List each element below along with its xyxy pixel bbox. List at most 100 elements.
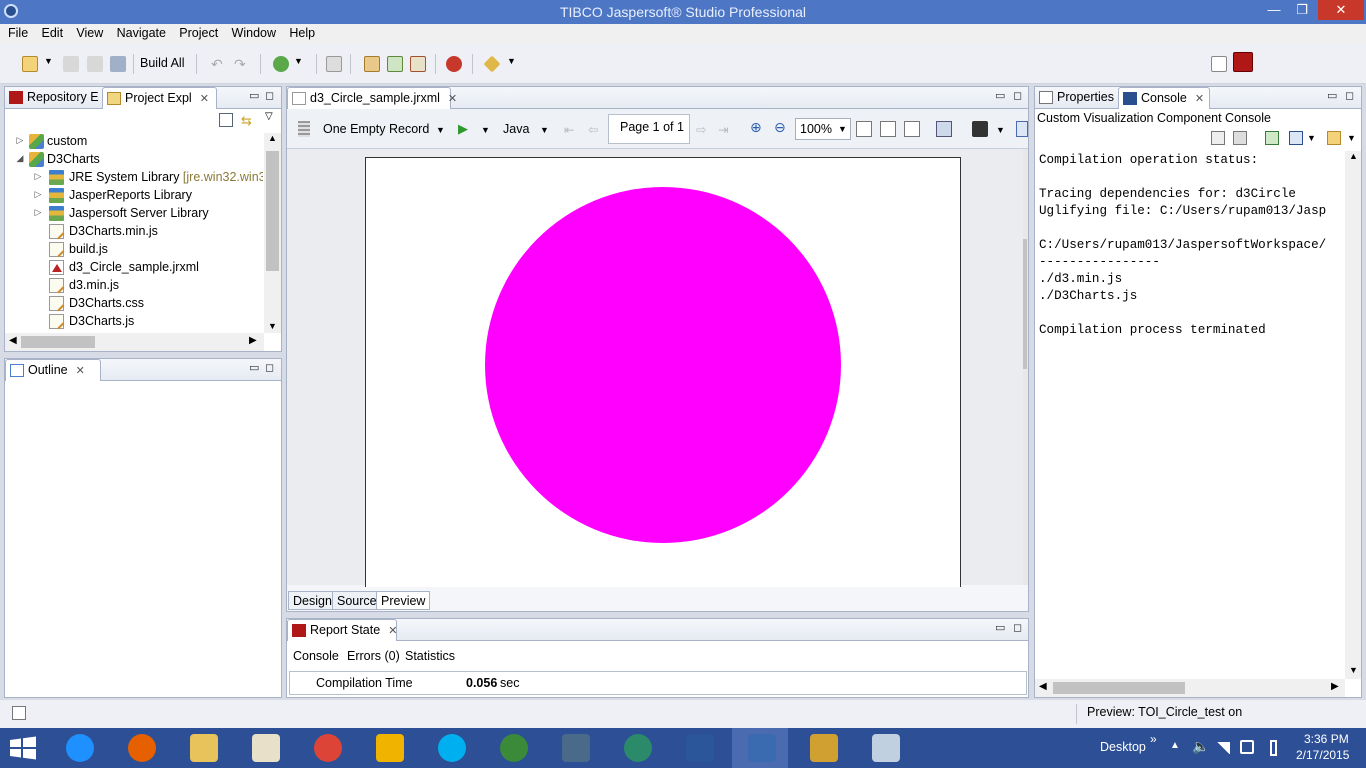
menu-help[interactable]: Help (289, 24, 315, 40)
maximize-panel-icon[interactable]: ◻ (1345, 89, 1354, 102)
language-dropdown-icon[interactable]: ▼ (540, 125, 549, 135)
tree-item[interactable]: build.js (5, 241, 263, 259)
fit-page-icon[interactable] (856, 121, 872, 137)
scroll-up-icon[interactable]: ▲ (1349, 151, 1358, 161)
scroll-lock-icon[interactable] (1233, 131, 1247, 145)
new-report-icon[interactable] (364, 56, 380, 72)
close-button[interactable]: ✕ (1318, 0, 1364, 20)
tab-properties[interactable]: Properties (1035, 87, 1117, 109)
tab-project-explorer[interactable]: Project Expl ✕ (102, 87, 217, 109)
start-button[interactable] (8, 736, 38, 760)
build-all-button[interactable]: Build All (140, 56, 184, 70)
scrollbar-thumb[interactable] (21, 336, 95, 348)
link-editor-icon[interactable]: ⇆ (241, 113, 255, 128)
scrollbar-thumb[interactable] (266, 151, 279, 271)
maximize-button[interactable]: ❐ (1288, 0, 1316, 20)
taskbar-app-ie[interactable] (50, 728, 106, 768)
record-dropdown-icon[interactable]: ▼ (436, 125, 445, 135)
taskbar-app-snipping[interactable] (856, 728, 912, 768)
new-adapter-icon[interactable] (387, 56, 403, 72)
fit-width-icon[interactable] (880, 121, 896, 137)
previous-page-icon[interactable]: ⇦ (588, 122, 598, 137)
expand-arrow-icon[interactable]: ◢ (15, 153, 25, 164)
minimize-panel-icon[interactable]: ▭ (249, 361, 259, 374)
taskbar-app-paint[interactable] (794, 728, 850, 768)
close-tab-icon[interactable]: ✕ (448, 93, 457, 105)
console-output[interactable]: Compilation operation status: Tracing de… (1039, 152, 1343, 672)
scrollbar-thumb[interactable] (1023, 239, 1027, 369)
zoom-out-icon[interactable]: ⊖ (774, 119, 786, 136)
maximize-panel-icon[interactable]: ◻ (1013, 621, 1022, 634)
menu-project[interactable]: Project (179, 24, 218, 40)
menu-navigate[interactable]: Navigate (117, 24, 166, 40)
battery-icon[interactable] (1270, 740, 1277, 756)
tab-design[interactable]: Design (288, 591, 337, 610)
collapse-all-icon[interactable] (219, 113, 233, 127)
clock-date[interactable]: 2/17/2015 (1296, 748, 1349, 762)
record-selector[interactable]: One Empty Record (323, 122, 429, 136)
menu-edit[interactable]: Edit (42, 24, 64, 40)
maximize-panel-icon[interactable]: ◻ (265, 89, 274, 102)
tree-item[interactable]: D3Charts.min.js (5, 223, 263, 241)
taskbar-app-chrome[interactable] (298, 728, 354, 768)
save-dropdown-icon[interactable]: ▼ (996, 125, 1005, 135)
close-tab-icon[interactable]: ✕ (1195, 93, 1204, 105)
next-page-icon[interactable]: ⇨ (696, 122, 706, 137)
show-hidden-icons-icon[interactable]: ▲ (1170, 740, 1180, 751)
run-report-icon[interactable]: ▶ (458, 121, 468, 137)
taskbar-app-skype[interactable] (422, 728, 478, 768)
tab-console[interactable]: Console ✕ (1118, 87, 1210, 109)
jaspersoft-perspective-icon[interactable] (1233, 52, 1253, 72)
scroll-down-icon[interactable]: ▼ (268, 321, 277, 331)
tab-repository-explorer[interactable]: Repository E (5, 87, 101, 109)
tree-horizontal-scrollbar[interactable]: ◀ ▶ (5, 333, 264, 351)
console-horizontal-scrollbar[interactable]: ◀ ▶ (1035, 679, 1345, 697)
preview-vertical-scrollbar[interactable] (1023, 149, 1028, 585)
maximize-panel-icon[interactable]: ◻ (1013, 89, 1022, 102)
redo-icon[interactable]: ↷ (234, 56, 250, 72)
minimize-panel-icon[interactable]: ▭ (1327, 89, 1337, 102)
tree-item[interactable]: ▷ Jaspersoft Server Library (5, 205, 263, 223)
close-tab-icon[interactable]: ✕ (76, 365, 85, 377)
tree-item[interactable]: D3Charts.css (5, 295, 263, 313)
open-console-dropdown-icon[interactable]: ▼ (1347, 133, 1356, 143)
tree-item[interactable]: ▷ JasperReports Library (5, 187, 263, 205)
external-tools-icon[interactable] (483, 55, 501, 73)
tab-report-state[interactable]: Report State ✕ (287, 619, 397, 641)
close-tab-icon[interactable]: ✕ (388, 625, 397, 637)
console-vertical-scrollbar[interactable]: ▲ ▼ (1345, 151, 1361, 679)
undo-icon[interactable]: ↶ (211, 56, 227, 72)
scrollbar-thumb[interactable] (1053, 682, 1185, 694)
language-selector[interactable]: Java (503, 122, 529, 136)
tree-vertical-scrollbar[interactable]: ▲ ▼ (264, 133, 281, 333)
record-options-icon[interactable] (298, 121, 310, 137)
open-console-icon[interactable] (1327, 131, 1341, 145)
minimize-panel-icon[interactable]: ▭ (995, 621, 1005, 634)
save-icon[interactable] (63, 56, 79, 72)
minimize-panel-icon[interactable]: ▭ (249, 89, 259, 102)
maximize-panel-icon[interactable]: ◻ (265, 361, 274, 374)
expand-arrow-icon[interactable]: ▷ (33, 189, 43, 200)
tree-item[interactable]: ▷ custom (5, 133, 263, 151)
scroll-up-icon[interactable]: ▲ (268, 133, 277, 143)
scroll-left-icon[interactable]: ◀ (9, 335, 17, 346)
taskbar-app-outlook[interactable] (360, 728, 416, 768)
expand-arrow-icon[interactable]: ▷ (33, 207, 43, 218)
network-icon[interactable] (1216, 742, 1230, 754)
taskbar-app-jaspersoft[interactable] (732, 728, 788, 768)
taskbar-app-firefox[interactable] (112, 728, 168, 768)
desktop-toolbar-chevron[interactable]: » (1150, 732, 1157, 746)
close-tab-icon[interactable]: ✕ (200, 93, 209, 105)
export-icon[interactable] (936, 121, 952, 137)
tree-item[interactable]: d3_Circle_sample.jrxml (5, 259, 263, 277)
taskbar-app-hubstaff[interactable] (484, 728, 540, 768)
zoom-in-icon[interactable]: ⊕ (750, 119, 762, 136)
save-all-icon[interactable] (87, 56, 103, 72)
taskbar-app-notepad[interactable] (236, 728, 292, 768)
publish-dropdown-icon[interactable]: ▼ (294, 56, 304, 72)
minimize-button[interactable]: — (1260, 0, 1288, 20)
tree-item[interactable]: D3Charts.js (5, 313, 263, 331)
clock-time[interactable]: 3:36 PM (1304, 732, 1349, 746)
view-menu-icon[interactable]: ▽ (265, 111, 273, 122)
tab-d3-circle-sample[interactable]: d3_Circle_sample.jrxml ✕ (287, 87, 457, 109)
